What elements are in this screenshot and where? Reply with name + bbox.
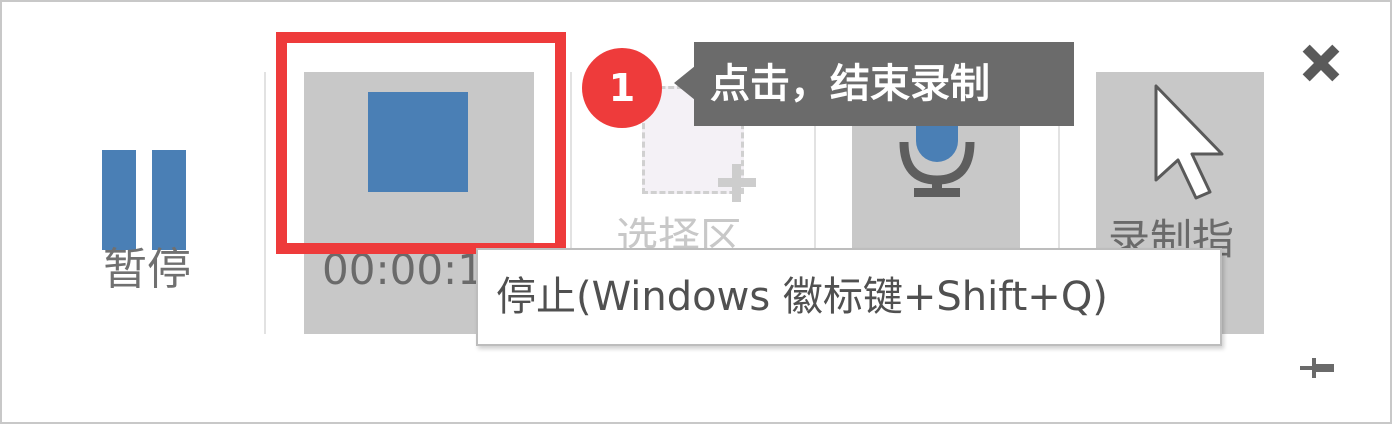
pause-label: 暂停 [103,244,191,295]
recording-toolbar: 暂停 00:00:1 选择区 录制指 1 点击，结束录制 停止(Windows … [0,0,1392,424]
plus-icon-vertical [732,164,741,202]
divider [264,72,266,334]
cursor-pointer-icon [1154,84,1224,200]
tooltip-text: 停止(Windows 徽标键+Shift+Q) [496,274,1108,320]
step-number-badge: 1 [582,48,662,128]
close-icon[interactable] [1300,42,1342,84]
highlight-box [276,32,566,254]
callout-pointer [674,66,695,100]
stop-tooltip: 停止(Windows 徽标键+Shift+Q) [476,248,1222,346]
pin-icon[interactable] [1300,354,1336,384]
callout-label: 点击，结束录制 [694,42,1074,126]
